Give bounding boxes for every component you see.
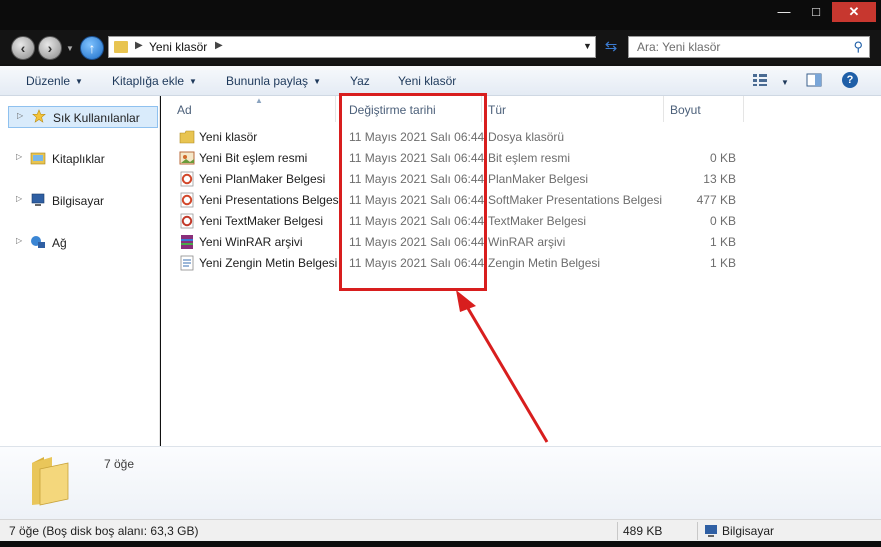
libraries-icon [30,152,46,165]
chevron-down-icon: ▼ [313,77,321,86]
file-size: 477 KB [696,193,736,207]
file-type: WinRAR arşivi [488,235,566,249]
file-name: Yeni TextMaker Belgesi [199,214,324,228]
folder-icon [32,457,69,506]
sidebar-item-favorites[interactable]: ▷ Sık Kullanılanlar [8,106,158,128]
back-button[interactable]: ‹ [11,36,35,60]
share-with-button[interactable]: Bununla paylaş ▼ [226,74,321,88]
planmaker-icon [180,171,194,187]
address-bar[interactable]: ▶ Yeni klasör ▶ ▼ [108,36,596,58]
burn-button[interactable]: Yaz [350,74,370,88]
file-size: 13 KB [703,172,736,186]
folder-icon [179,130,195,144]
include-in-library-label: Kitaplığa ekle [112,74,185,88]
presentations-icon [180,192,194,208]
details-item-count: 7 öğe [104,457,135,471]
file-size: 1 KB [709,256,736,270]
textmaker-icon [180,213,194,229]
bitmap-icon [179,151,195,165]
status-divider [697,522,698,540]
command-bar: Düzenle ▼ Kitaplığa ekle ▼ Bununla paylaş ▼… [0,66,881,96]
file-size: 1 KB [709,235,736,249]
forward-button[interactable]: › [38,36,62,60]
view-dropdown-icon[interactable]: ▼ [776,75,789,89]
file-type: Zengin Metin Belgesi [488,256,601,270]
up-button[interactable]: ↑ [80,36,104,60]
search-placeholder: Ara: Yeni klasör [637,40,721,54]
expand-arrow-icon[interactable]: ▷ [16,236,22,245]
expand-arrow-icon[interactable]: ▷ [16,194,22,203]
status-divider [617,522,618,540]
sidebar-item-libraries[interactable]: ▷ Kitaplıklar [8,148,158,170]
sidebar-item-label: Bilgisayar [52,194,105,208]
status-bar: 7 öğe (Boş disk boş alanı: 63,3 GB) 489 … [0,519,881,541]
computer-icon [31,193,45,206]
help-button[interactable]: ? [842,72,858,88]
recent-pages-dropdown[interactable]: ▼ [66,44,74,53]
column-header-name[interactable]: Ad [177,103,192,117]
organize-label: Düzenle [26,74,71,88]
expand-arrow-icon[interactable]: ▷ [17,111,23,120]
chevron-down-icon: ▼ [189,77,197,86]
column-header-size[interactable]: Boyut [670,103,701,117]
annotation-highlight-box [339,93,487,291]
minimize-button[interactable]: — [768,2,800,22]
title-bar: — □ ✕ [0,0,881,30]
column-divider[interactable] [663,96,664,122]
search-input[interactable]: Ara: Yeni klasör ⚲ [628,36,870,58]
file-name: Yeni WinRAR arşivi [199,235,303,249]
status-location: Bilgisayar [722,524,775,538]
status-total-size: 489 KB [623,524,663,538]
breadcrumb-current[interactable]: Yeni klasör [149,40,207,54]
computer-icon [705,525,717,537]
status-summary: 7 öğe (Boş disk boş alanı: 63,3 GB) [9,524,199,538]
file-name: Yeni PlanMaker Belgesi [199,172,326,186]
preview-pane-icon[interactable] [806,73,822,87]
file-name: Yeni Zengin Metin Belgesi [199,256,338,270]
details-pane: 7 öğe [0,446,881,519]
organize-button[interactable]: Düzenle ▼ [26,74,83,88]
file-type: SoftMaker Presentations Belgesi [488,193,663,207]
file-type: Dosya klasörü [488,130,565,144]
column-divider[interactable] [335,96,336,122]
column-header-type[interactable]: Tür [488,103,506,117]
sidebar-item-label: Ağ [52,236,67,250]
network-icon [31,236,45,248]
refresh-button[interactable]: ⇆ [598,36,624,58]
breadcrumb-separator-icon[interactable]: ▶ [215,40,223,51]
sidebar-item-network[interactable]: ▷ Ağ [8,232,158,254]
sidebar-item-label: Kitaplıklar [52,152,105,166]
explorer-window: — □ ✕ ‹ › ▼ ↑ ▶ Yeni klasör ▶ ▼ ⇆ Ara: Y… [0,0,881,547]
chevron-down-icon: ▼ [75,77,83,86]
address-dropdown-icon[interactable]: ▼ [583,41,592,51]
close-button[interactable]: ✕ [832,2,876,22]
folder-icon [114,41,128,53]
column-divider[interactable] [743,96,744,122]
file-size: 0 KB [709,151,736,165]
expand-arrow-icon[interactable]: ▷ [16,152,22,161]
include-in-library-button[interactable]: Kitaplığa ekle ▼ [112,74,197,88]
star-icon [32,109,46,123]
file-type: Bit eşlem resmi [488,151,571,165]
winrar-icon [181,235,193,249]
share-with-label: Bununla paylaş [226,74,309,88]
sort-ascending-icon: ▲ [255,96,263,105]
breadcrumb-separator-icon[interactable]: ▶ [135,40,143,51]
sidebar-item-computer[interactable]: ▷ Bilgisayar [8,190,158,212]
annotation-arrow [456,290,549,443]
file-size: 0 KB [709,214,736,228]
file-type: TextMaker Belgesi [488,214,587,228]
maximize-button[interactable]: □ [800,2,832,22]
file-name: Yeni Bit eşlem resmi [199,151,308,165]
file-name: Yeni Presentations Belgesi [199,193,342,207]
view-options-icon[interactable] [752,73,768,87]
navigation-pane: ▷ Sık Kullanılanlar ▷ Kitaplıklar ▷ Bilg… [0,96,160,446]
file-name: Yeni klasör [199,130,258,144]
new-folder-button[interactable]: Yeni klasör [398,74,456,88]
rtf-icon [180,255,194,271]
search-icon[interactable]: ⚲ [853,39,863,55]
sidebar-item-label: Sık Kullanılanlar [53,111,140,125]
window-border [0,541,881,547]
file-type: PlanMaker Belgesi [488,172,589,186]
